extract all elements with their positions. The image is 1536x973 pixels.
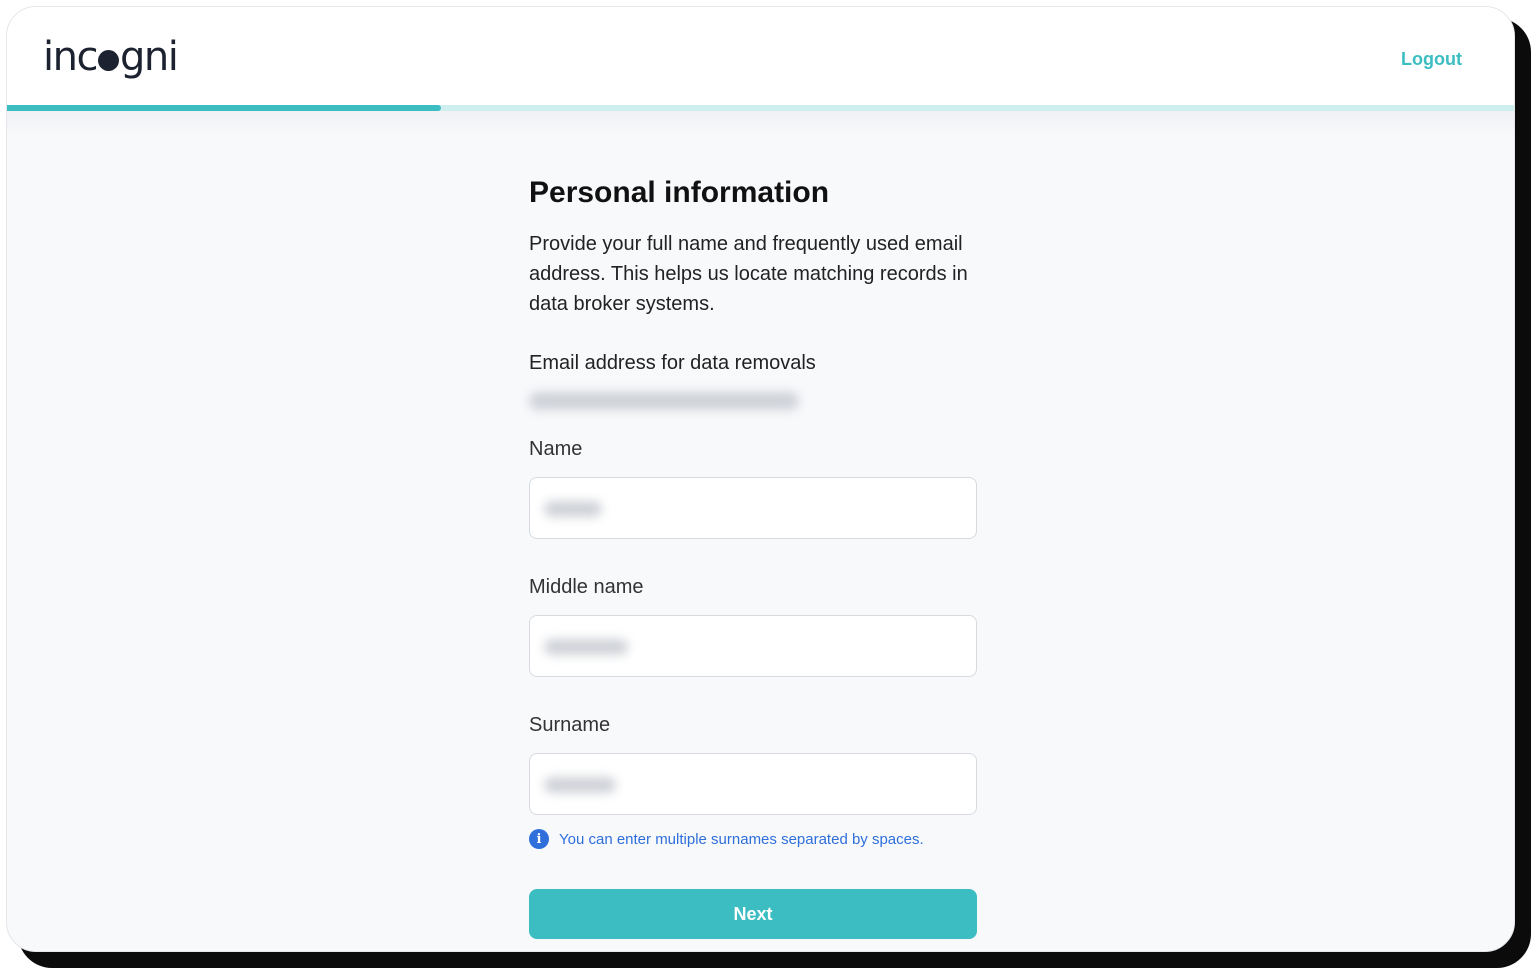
header-shadow [7, 111, 1514, 137]
surname-hint: i You can enter multiple surnames separa… [529, 829, 978, 849]
form-description: Provide your full name and frequently us… [529, 233, 968, 315]
email-value-redacted [529, 392, 799, 410]
personal-info-form: Personal information Provide your full n… [529, 175, 978, 939]
page-title: Personal information [529, 176, 830, 209]
logo-dot-icon [97, 50, 119, 71]
logo-text-pre: inc [43, 34, 98, 80]
logout-link[interactable]: Logout [1401, 49, 1462, 70]
middle-name-value-redacted [544, 639, 628, 655]
surname-label: Surname [529, 714, 611, 736]
middle-name-input[interactable] [529, 615, 977, 677]
next-button[interactable]: Next [529, 889, 977, 939]
top-bar: inc gni Logout [7, 7, 1514, 105]
info-icon: i [529, 829, 549, 849]
surname-input[interactable] [529, 753, 977, 815]
incogni-logo[interactable]: inc gni [43, 33, 179, 81]
middle-name-label: Middle name [529, 576, 644, 598]
logo-text-post: gni [119, 34, 179, 80]
name-label: Name [529, 438, 583, 460]
surname-value-redacted [544, 777, 616, 793]
app-window: inc gni Logout Personal information Provi… [6, 6, 1515, 952]
surname-hint-text: You can enter multiple surnames separate… [559, 830, 924, 848]
name-value-redacted [544, 501, 602, 517]
name-input[interactable] [529, 477, 977, 539]
email-label: Email address for data removals [529, 352, 816, 374]
